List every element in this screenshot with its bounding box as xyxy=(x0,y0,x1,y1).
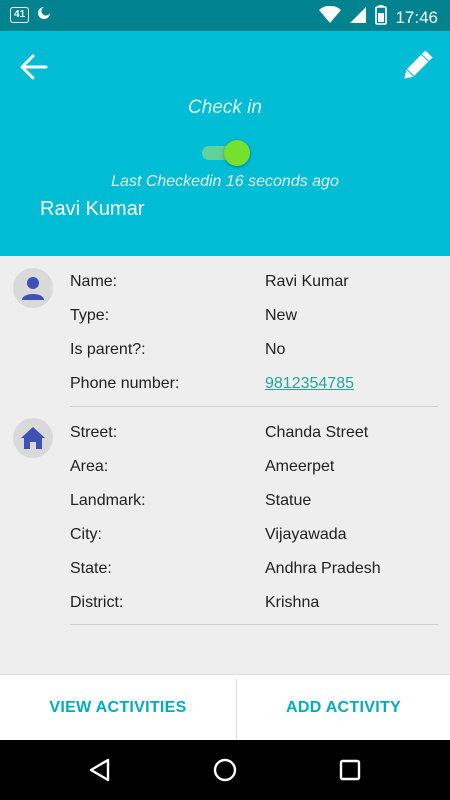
recents-square-icon xyxy=(339,759,361,781)
status-bar: 41 17:46 xyxy=(0,0,450,31)
field-value: No xyxy=(265,341,286,358)
field-label: City: xyxy=(70,526,102,543)
home-icon xyxy=(13,418,53,458)
home-circle-icon xyxy=(213,758,237,782)
edit-button[interactable] xyxy=(398,47,438,87)
contact-details: Name: Ravi Kumar Type: New Is parent?: N… xyxy=(0,256,450,674)
field-value: Ravi Kumar xyxy=(265,273,349,290)
sim-icon: 41 xyxy=(10,6,30,23)
field-row-type: Type: New xyxy=(70,307,450,327)
field-value: Andhra Pradesh xyxy=(265,560,381,577)
field-label: Type: xyxy=(70,307,110,324)
signal-icon xyxy=(349,6,367,29)
field-row-city: City: Vijayawada xyxy=(70,526,450,546)
contact-header: Check in Last Checkedin 16 seconds ago R… xyxy=(0,31,450,256)
section-divider xyxy=(70,406,438,407)
phone-number-link[interactable]: 9812354785 xyxy=(265,375,354,393)
field-label: Name: xyxy=(70,273,118,290)
field-value: Statue xyxy=(265,492,312,509)
field-label: Area: xyxy=(70,458,109,475)
checkin-toggle[interactable] xyxy=(202,139,250,167)
field-row-area: Area: Ameerpet xyxy=(70,458,450,478)
add-activity-button[interactable]: ADD ACTIVITY xyxy=(237,675,450,741)
back-triangle-icon xyxy=(89,758,110,782)
notification-icon xyxy=(37,6,51,23)
field-label: Phone number: xyxy=(70,375,180,392)
field-row-landmark: Landmark: Statue xyxy=(70,492,450,512)
status-time: 17:46 xyxy=(395,7,438,27)
arrow-back-icon xyxy=(20,54,48,80)
pencil-icon xyxy=(404,50,433,79)
back-button[interactable] xyxy=(18,51,54,83)
field-row-phone: Phone number: 9812354785 xyxy=(70,375,450,395)
section-divider xyxy=(70,624,438,625)
field-value: Chanda Street xyxy=(265,424,369,441)
header-person-name: Ravi Kumar xyxy=(40,198,145,220)
wifi-icon xyxy=(319,5,342,29)
toggle-thumb xyxy=(224,140,250,166)
field-value: Ameerpet xyxy=(265,458,335,475)
nav-back-button[interactable] xyxy=(84,754,116,786)
last-checkin-text: Last Checkedin 16 seconds ago xyxy=(111,173,339,190)
sim-label: 4 xyxy=(14,8,20,20)
field-label: Landmark: xyxy=(70,492,146,509)
status-right: 17:46 xyxy=(319,5,438,30)
field-label: State: xyxy=(70,560,112,577)
field-value: New xyxy=(265,307,298,324)
field-value: Krishna xyxy=(265,594,320,611)
system-nav-bar xyxy=(0,740,450,800)
field-row-street: Street: Chanda Street xyxy=(70,424,450,444)
battery-icon xyxy=(375,5,388,30)
field-row-name: Name: Ravi Kumar xyxy=(70,273,450,293)
field-row-state: State: Andhra Pradesh xyxy=(70,560,450,580)
field-label: Is parent?: xyxy=(70,341,146,358)
field-label: Street: xyxy=(70,424,118,441)
nav-recents-button[interactable] xyxy=(334,754,366,786)
checkin-title: Check in xyxy=(188,97,262,118)
field-row-is-parent: Is parent?: No xyxy=(70,341,450,361)
status-left: 41 xyxy=(10,6,51,23)
field-label: District: xyxy=(70,594,124,611)
bottom-action-bar: VIEW ACTIVITIES ADD ACTIVITY xyxy=(0,674,450,741)
nav-home-button[interactable] xyxy=(209,754,241,786)
field-value: Vijayawada xyxy=(265,526,347,543)
field-row-district: District: Krishna xyxy=(70,594,450,614)
person-icon xyxy=(13,268,53,308)
view-activities-button[interactable]: VIEW ACTIVITIES xyxy=(0,675,236,741)
